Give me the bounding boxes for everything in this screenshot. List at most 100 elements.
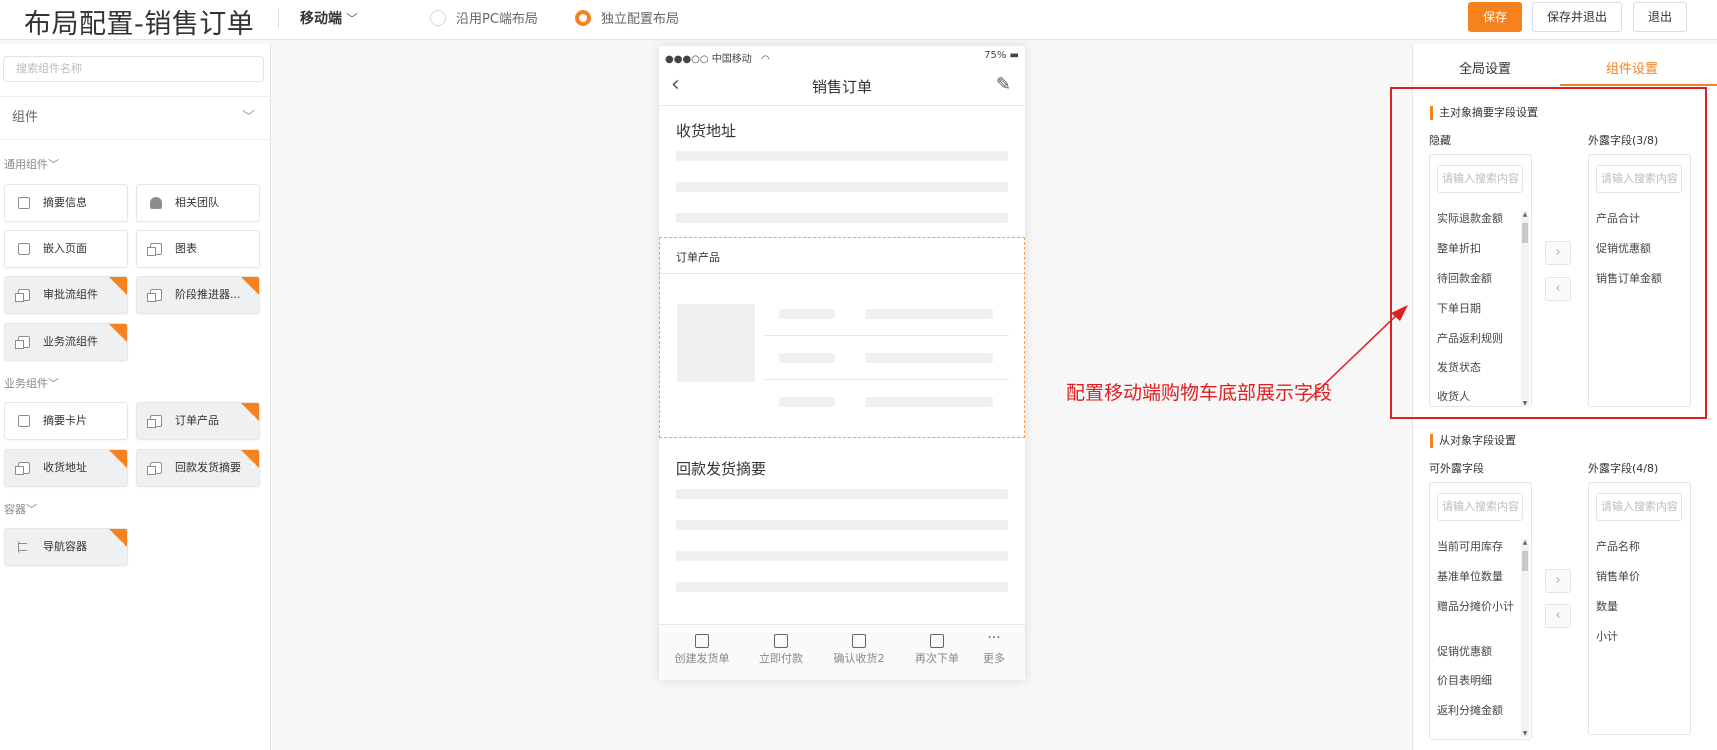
battery-text: 75% (984, 50, 1007, 61)
section-summary-title: 回款发货摘要 (676, 460, 767, 478)
document-icon (695, 634, 709, 648)
radio-checked-icon (575, 9, 591, 26)
highlight-box (1390, 87, 1707, 419)
component-order-products[interactable]: 订单产品 (136, 402, 260, 440)
placeholder-line (676, 489, 1008, 499)
business-group-label[interactable]: 业务组件﹀ (4, 375, 59, 391)
component-related-team[interactable]: 相关团队 (136, 184, 260, 222)
component-icon (852, 634, 866, 648)
chip-label: 订单产品 (175, 414, 219, 427)
summary-icon (18, 197, 30, 209)
tab-confirm-receipt[interactable]: 确认收货2 (824, 625, 894, 666)
tab-create-shipment[interactable]: 创建发货单 (667, 625, 737, 666)
chip-label: 摘要信息 (43, 196, 87, 209)
component-nav-container[interactable]: 导航容器 (4, 528, 128, 566)
component-icon (147, 462, 162, 475)
radio-pc-layout[interactable]: 沿用PC端布局 (430, 8, 538, 27)
list-item[interactable]: 小计 (1596, 630, 1674, 644)
save-button[interactable]: 保存 (1468, 2, 1522, 32)
component-search-input[interactable]: 搜索组件名称 (3, 56, 264, 82)
component-icon (930, 634, 944, 648)
placeholder-line (779, 397, 835, 407)
check-corner-icon (109, 277, 127, 312)
phone-preview: ●●●○○ 中国移动 ◠ 75% ▬ ‹ 销售订单 ✎ 收货地址 订单产品 回款… (659, 46, 1025, 680)
sub-shown-label: 外露字段(4/8) (1588, 462, 1659, 475)
placeholder-line (676, 182, 1008, 192)
component-icon (147, 289, 162, 302)
tab-component-settings[interactable]: 组件设置 (1606, 58, 1658, 77)
tab-label: 更多 (983, 652, 1005, 665)
tab-pay-now[interactable]: 立即付款 (746, 625, 816, 666)
placeholder-line (779, 309, 835, 319)
chevron-down-icon: ﹀ (48, 377, 59, 390)
scroll-down-icon: ▼ (1522, 730, 1528, 737)
check-corner-icon (241, 403, 259, 438)
device-select[interactable]: 移动端 ﹀ (300, 8, 358, 28)
phone-navbar: ‹ 销售订单 ✎ (659, 66, 1025, 106)
component-icon (15, 289, 30, 302)
container-group-text: 容器 (4, 503, 26, 516)
placeholder-line (676, 520, 1008, 530)
list-item[interactable]: 当前可用库存 (1437, 540, 1515, 554)
product-image-placeholder (677, 304, 755, 382)
component-chart[interactable]: 图表 (136, 230, 260, 268)
general-group-label[interactable]: 通用组件﹀ (4, 156, 59, 172)
chip-label: 业务流组件 (43, 335, 98, 348)
exit-button[interactable]: 退出 (1633, 2, 1687, 32)
component-embed-page[interactable]: 嵌入页面 (4, 230, 128, 268)
tab-global-settings[interactable]: 全局设置 (1459, 58, 1511, 77)
sub-available-search-input[interactable]: 请输入搜索内容 (1437, 493, 1523, 521)
check-corner-icon (109, 450, 127, 485)
tab-reorder[interactable]: 再次下单 (902, 625, 972, 666)
list-item[interactable]: 价目表明细 (1437, 674, 1515, 688)
placeholder-line (676, 151, 1008, 161)
order-products-section[interactable]: 订单产品 (659, 237, 1025, 438)
chip-label: 导航容器 (43, 540, 87, 553)
placeholder-line (865, 309, 993, 319)
top-bar: 布局配置-销售订单 移动端 ﹀ 沿用PC端布局 独立配置布局 保存 保存并退出 退… (0, 0, 1717, 40)
chip-label: 相关团队 (175, 196, 219, 209)
section-separator (660, 273, 1024, 274)
components-header[interactable]: 组件 ﹀ (0, 96, 271, 140)
component-summary-card[interactable]: 摘要卡片 (4, 402, 128, 440)
title-divider (278, 8, 279, 28)
move-left-button[interactable]: ‹ (1545, 604, 1571, 628)
tab-label: 立即付款 (759, 652, 803, 665)
list-item[interactable]: 数量 (1596, 600, 1674, 614)
edit-icon[interactable]: ✎ (996, 74, 1011, 95)
component-panel: 搜索组件名称 组件 ﹀ 通用组件﹀ 摘要信息 相关团队 嵌入页面 图表 审批流组件… (0, 44, 271, 750)
list-item[interactable]: 赠品分摊价小计 (1437, 600, 1515, 614)
list-item[interactable]: 返利分摊金额 (1437, 704, 1515, 718)
component-payment-shipping-summary[interactable]: 回款发货摘要 (136, 449, 260, 487)
chip-label: 嵌入页面 (43, 242, 87, 255)
radio-independent-label: 独立配置布局 (601, 12, 680, 27)
sub-available-scrollbar[interactable]: ▲ ▼ (1521, 539, 1529, 737)
list-item[interactable]: 基准单位数量 (1437, 570, 1515, 584)
page-title: 布局配置-销售订单 (24, 9, 255, 40)
scroll-thumb[interactable] (1522, 551, 1528, 571)
chevron-down-icon: ﹀ (48, 158, 59, 171)
component-shipping-address[interactable]: 收货地址 (4, 449, 128, 487)
list-item[interactable]: 销售单价 (1596, 570, 1674, 584)
component-business-flow[interactable]: 业务流组件 (4, 323, 128, 361)
active-tab-indicator (1560, 84, 1717, 86)
list-item[interactable]: 促销优惠额 (1437, 645, 1515, 659)
chevron-down-icon: ﹀ (26, 503, 37, 516)
move-right-button[interactable]: › (1545, 569, 1571, 593)
radio-independent-layout[interactable]: 独立配置布局 (575, 8, 679, 27)
check-corner-icon (241, 450, 259, 485)
component-stage-advancer[interactable]: 阶段推进器... (136, 276, 260, 314)
sub-shown-list: 请输入搜索内容 产品名称 销售单价 数量 小计 (1588, 482, 1691, 735)
sub-shown-search-input[interactable]: 请输入搜索内容 (1596, 493, 1682, 521)
list-item[interactable]: 产品名称 (1596, 540, 1674, 554)
tab-more[interactable]: ··· 更多 (964, 625, 1024, 666)
placeholder-line (676, 551, 1008, 561)
more-dots-icon: ··· (987, 630, 1001, 646)
component-approval-flow[interactable]: 审批流组件 (4, 276, 128, 314)
carrier-text: ●●●○○ 中国移动 (665, 54, 752, 65)
save-exit-button[interactable]: 保存并退出 (1532, 2, 1622, 32)
components-label: 组件 (12, 110, 39, 125)
component-summary-info[interactable]: 摘要信息 (4, 184, 128, 222)
scroll-up-icon: ▲ (1522, 539, 1528, 546)
container-group-label[interactable]: 容器﹀ (4, 501, 37, 517)
